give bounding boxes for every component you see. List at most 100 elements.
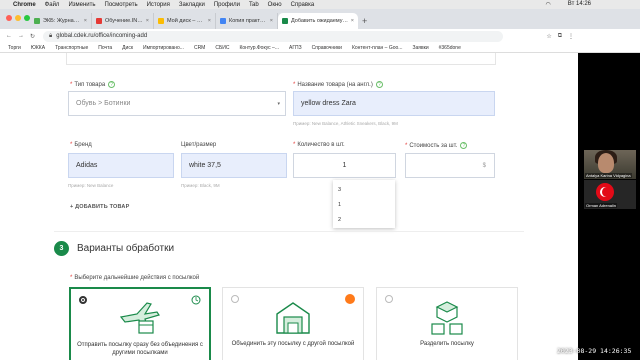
tab-favicon-icon: [96, 18, 102, 24]
tab-favicon-icon: [158, 18, 164, 24]
quantity-input[interactable]: 1: [293, 153, 396, 178]
step-title: Варианты обработки: [77, 243, 175, 254]
browser-tab[interactable]: Обучение.INPSYCHO×: [92, 13, 154, 29]
quantity-value: 1: [342, 162, 347, 169]
tab-title: Добавить ожидаемую посылку: [291, 18, 349, 24]
option-split-card[interactable]: Разделить посылку: [376, 287, 518, 360]
bookmark-star-icon[interactable]: ☆: [546, 33, 551, 40]
radio-split[interactable]: [385, 295, 393, 303]
bookmark-item[interactable]: Почта: [98, 45, 112, 51]
color-size-input[interactable]: white 37,5: [181, 153, 287, 178]
radio-combine[interactable]: [231, 295, 239, 303]
product-type-label: * Тип товара?: [70, 81, 116, 88]
bookmark-item[interactable]: Справочники: [312, 45, 342, 51]
close-tab-icon[interactable]: ×: [208, 18, 211, 24]
menu-view[interactable]: Посмотреть: [105, 2, 138, 8]
participant-name: Antalya Karina Vidyagina: [585, 173, 632, 178]
bookmark-item[interactable]: CRM: [194, 45, 205, 51]
menu-file[interactable]: Файл: [45, 2, 60, 8]
bookmark-item[interactable]: #365done: [439, 45, 461, 51]
close-window-icon[interactable]: [6, 15, 12, 21]
browser-tab-active[interactable]: Добавить ожидаемую посылку×: [278, 13, 358, 29]
quantity-label: * Количество в шт.: [293, 142, 345, 148]
lock-icon[interactable]: 🔒︎: [49, 33, 52, 40]
participant-face: [598, 153, 614, 173]
new-tab-icon[interactable]: +: [362, 16, 367, 26]
maximize-window-icon[interactable]: [24, 15, 30, 21]
menu-tab[interactable]: Tab: [249, 2, 259, 8]
product-name-value: yellow dress Zara: [301, 100, 356, 107]
bookmark-item[interactable]: Контент-план – Goo...: [352, 45, 403, 51]
product-name-label: * Название товара (на англ.)?: [293, 81, 383, 88]
help-icon[interactable]: ?: [460, 142, 468, 149]
menu-window[interactable]: Окно: [268, 2, 282, 8]
browser-tab[interactable]: Копия практика – Google До...×: [216, 13, 278, 29]
quantity-option[interactable]: 2: [338, 217, 341, 223]
more-menu-icon[interactable]: ⋮: [568, 33, 574, 40]
radio-send-now[interactable]: [79, 296, 87, 304]
add-product-link[interactable]: + ДОБАВИТЬ ТОВАР: [70, 204, 129, 210]
option-combine-card[interactable]: Объединить эту посылку с другой посылкой: [222, 287, 364, 360]
option-send-now-card[interactable]: Отправить посылку сразу без объединения …: [69, 287, 211, 360]
color-size-value: white 37,5: [189, 162, 221, 169]
tab-title: ЭКБ: Журнал контрагентов: [43, 18, 82, 24]
quantity-option[interactable]: 1: [338, 202, 341, 208]
bookmark-item[interactable]: Заявки: [412, 45, 428, 51]
brand-hint: Пример: New Balance: [68, 183, 114, 188]
step-number-badge: 3: [54, 241, 69, 256]
help-icon[interactable]: ?: [375, 81, 383, 88]
bookmark-item[interactable]: Контур.Фокус –...: [239, 45, 279, 51]
section-divider: [54, 231, 524, 232]
info-clock-icon: [191, 295, 201, 305]
tab-favicon-icon: [282, 18, 288, 24]
browser-tab[interactable]: ЭКБ: Журнал контрагентов×: [30, 13, 92, 29]
menu-app-name[interactable]: Chrome: [13, 2, 36, 8]
extensions-icon[interactable]: ⧉: [558, 33, 562, 40]
bookmark-item[interactable]: Импортировано...: [143, 45, 184, 51]
participant-video[interactable]: Orman Adrenalin: [584, 180, 636, 209]
quantity-option[interactable]: 3: [338, 187, 341, 193]
plane-box-icon: [119, 302, 160, 334]
url-text: global.cdek.ru/office/incoming-add: [56, 33, 148, 39]
reload-icon[interactable]: ↻: [30, 33, 35, 40]
close-tab-icon[interactable]: ×: [270, 18, 273, 24]
bookmark-item[interactable]: СБИС: [215, 45, 229, 51]
color-size-label: Цвет/размер: [181, 142, 217, 148]
bookmark-item[interactable]: ЮККА: [31, 45, 45, 51]
menu-profiles[interactable]: Профили: [214, 2, 240, 8]
menu-history[interactable]: История: [147, 2, 170, 8]
wifi-icon[interactable]: ◠: [546, 1, 551, 8]
option-send-now-label: Отправить посылку сразу без объединения …: [77, 342, 203, 356]
menu-bookmarks[interactable]: Закладки: [179, 2, 205, 8]
bookmark-item[interactable]: Диск: [122, 45, 133, 51]
address-bar-row: ← → ↻ 🔒︎ global.cdek.ru/office/incoming-…: [0, 29, 640, 43]
participant-video[interactable]: Antalya Karina Vidyagina: [584, 150, 636, 179]
brand-value: Adidas: [76, 162, 98, 169]
help-icon[interactable]: ?: [108, 81, 116, 88]
menu-clock[interactable]: Вт 14:26: [568, 1, 591, 8]
product-name-input[interactable]: yellow dress Zara: [293, 91, 495, 116]
tab-title: Копия практика – Google До...: [229, 18, 268, 24]
close-tab-icon[interactable]: ×: [84, 18, 87, 24]
close-tab-icon[interactable]: ×: [351, 18, 354, 24]
brand-input[interactable]: Adidas: [68, 153, 174, 178]
url-field[interactable]: 🔒︎ global.cdek.ru/office/incoming-add: [43, 30, 504, 42]
quantity-dropdown: 3 1 2: [333, 180, 395, 228]
price-input[interactable]: $: [405, 153, 495, 178]
browser-tab[interactable]: Мой диск – Google Диск×: [154, 13, 216, 29]
bookmark-item[interactable]: Транспортные: [55, 45, 88, 51]
product-type-value: Обувь > Ботинки: [76, 100, 131, 107]
menu-edit[interactable]: Изменить: [68, 2, 95, 8]
menu-help[interactable]: Справка: [291, 2, 315, 8]
close-tab-icon[interactable]: ×: [146, 18, 149, 24]
page-content: * Тип товара? Обувь > Ботинки ▾ * Название…: [0, 53, 578, 360]
bookmark-item[interactable]: АГПЗ: [289, 45, 302, 51]
currency-symbol: $: [482, 162, 486, 169]
back-icon[interactable]: ←: [6, 33, 12, 40]
bookmark-item[interactable]: Торги: [8, 45, 21, 51]
product-type-select[interactable]: Обувь > Ботинки ▾: [68, 91, 286, 116]
split-boxes-icon: [431, 301, 463, 335]
recording-timestamp: 2023-08-29 14:26:35: [557, 347, 632, 355]
forward-icon[interactable]: →: [18, 33, 24, 40]
minimize-window-icon[interactable]: [15, 15, 21, 21]
